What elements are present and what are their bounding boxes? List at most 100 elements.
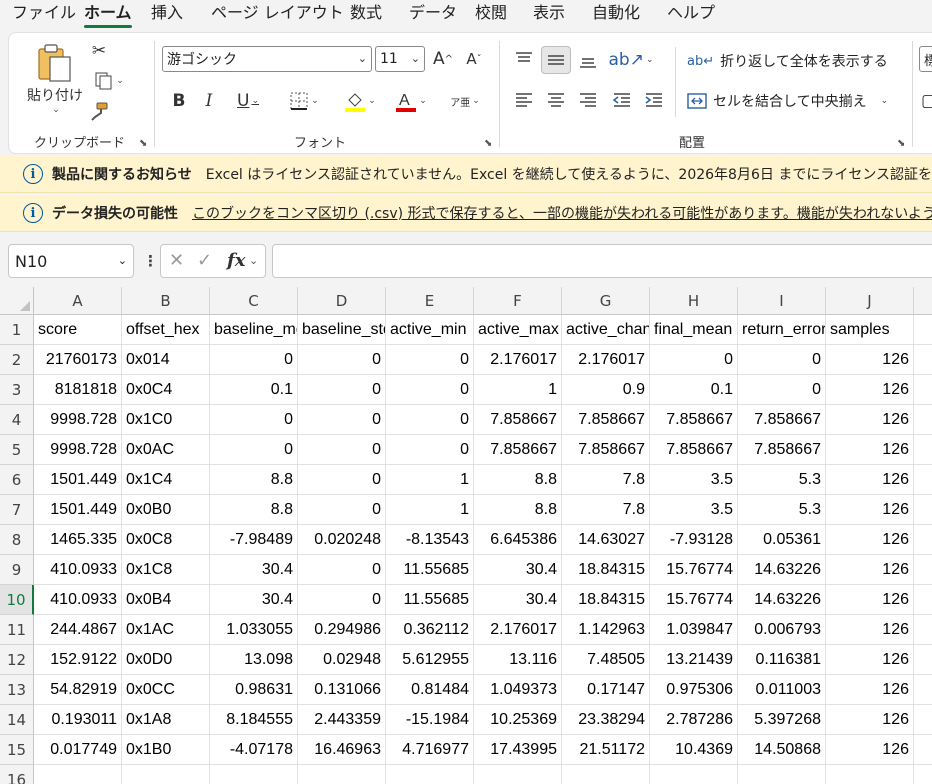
table-cell[interactable]: 1.049373 [474,675,562,705]
table-cell[interactable]: 0.011003 [738,675,826,705]
header-cell[interactable]: active_max [474,315,562,345]
menu-tab-review[interactable]: 校閲 [475,2,507,26]
table-cell[interactable]: 0.131066 [298,675,386,705]
menu-tab-view[interactable]: 表示 [533,2,565,26]
row-header[interactable]: 7 [0,495,34,525]
header-cell[interactable]: baseline_mean [210,315,298,345]
table-cell[interactable]: 7.858667 [738,405,826,435]
table-cell[interactable]: 152.9122 [34,645,122,675]
header-cell[interactable]: final_mean [650,315,738,345]
column-header[interactable]: B [122,287,210,315]
table-cell[interactable]: -15.1984 [386,705,474,735]
table-cell[interactable]: 126 [826,555,914,585]
number-format-combo[interactable]: 標 [919,46,932,72]
borders-button[interactable]: ⌄ [281,88,327,114]
paste-button[interactable]: 貼り付け ⌄ [27,39,83,119]
menu-tab-help[interactable]: ヘルプ [667,2,715,26]
header-cell[interactable]: score [34,315,122,345]
menu-tab-data[interactable]: データ [409,2,457,26]
table-cell[interactable]: 0.193011 [34,705,122,735]
table-cell[interactable]: 1465.335 [34,525,122,555]
cut-button[interactable]: ✂ [87,39,111,63]
table-cell[interactable]: 3.5 [650,495,738,525]
bold-button[interactable]: B [167,88,191,114]
bottom-align-button[interactable] [575,46,601,74]
table-cell[interactable]: 244.4867 [34,615,122,645]
table-cell[interactable]: 0.9 [562,375,650,405]
table-cell[interactable]: 0.02948 [298,645,386,675]
header-cell[interactable]: offset_hex [122,315,210,345]
table-cell[interactable]: 0x1B0 [122,735,210,765]
table-cell[interactable]: 0x0D0 [122,645,210,675]
table-cell[interactable]: 30.4 [210,555,298,585]
table-cell[interactable]: 23.38294 [562,705,650,735]
table-cell[interactable]: 0.1 [210,375,298,405]
row-header[interactable]: 16 [0,765,34,784]
table-cell[interactable]: 0 [298,555,386,585]
table-cell[interactable]: 126 [826,375,914,405]
table-cell[interactable] [738,765,826,784]
table-cell[interactable] [650,765,738,784]
column-header[interactable]: G [562,287,650,315]
table-cell[interactable]: 126 [826,345,914,375]
table-cell[interactable]: 5.397268 [738,705,826,735]
table-cell[interactable]: 2.787286 [650,705,738,735]
row-header[interactable]: 15 [0,735,34,765]
format-painter-button[interactable] [87,99,111,123]
table-cell[interactable]: 0 [298,465,386,495]
table-cell[interactable]: 2.176017 [562,345,650,375]
table-cell[interactable]: 126 [826,465,914,495]
table-cell[interactable]: 0x1C0 [122,405,210,435]
table-cell[interactable]: 14.63027 [562,525,650,555]
shrink-font-button[interactable]: Aˇ [461,46,487,72]
table-cell[interactable] [914,705,932,735]
table-cell[interactable] [914,735,932,765]
table-cell[interactable]: 10.4369 [650,735,738,765]
table-cell[interactable]: 1 [386,495,474,525]
table-cell[interactable]: -4.07178 [210,735,298,765]
table-cell[interactable]: 0 [210,435,298,465]
row-header[interactable]: 8 [0,525,34,555]
table-cell[interactable]: 0x1AC [122,615,210,645]
menu-tab-file[interactable]: ファイル [12,2,76,26]
top-align-button[interactable] [511,46,537,74]
orientation-button[interactable]: ab↗ ⌄ [609,46,654,74]
table-cell[interactable] [914,645,932,675]
clipboard-launcher-icon[interactable]: ⬊ [139,138,147,149]
font-name-combo[interactable]: 游ゴシック ⌄ [162,46,372,72]
grow-font-button[interactable]: A ^ [430,46,456,72]
table-cell[interactable]: 126 [826,405,914,435]
table-cell[interactable]: 0 [650,345,738,375]
alignment-launcher-icon[interactable]: ⬊ [897,138,905,149]
table-cell[interactable]: 18.84315 [562,585,650,615]
table-cell[interactable]: 126 [826,705,914,735]
table-cell[interactable]: 0.294986 [298,615,386,645]
table-cell[interactable]: 2.443359 [298,705,386,735]
table-cell[interactable]: 0.17147 [562,675,650,705]
align-left-button[interactable] [511,86,537,114]
column-header[interactable]: D [298,287,386,315]
table-cell[interactable]: 13.21439 [650,645,738,675]
column-header[interactable]: C [210,287,298,315]
table-cell[interactable] [914,675,932,705]
table-cell[interactable]: 0x0CC [122,675,210,705]
table-cell[interactable]: 0x1A8 [122,705,210,735]
table-cell[interactable]: 1501.449 [34,495,122,525]
table-cell[interactable]: 0 [386,435,474,465]
table-cell[interactable]: 8.8 [210,465,298,495]
table-cell[interactable]: 2.176017 [474,615,562,645]
align-center-button[interactable] [543,86,569,114]
table-cell[interactable]: 5.612955 [386,645,474,675]
table-cell[interactable]: 30.4 [474,555,562,585]
table-cell[interactable]: 126 [826,735,914,765]
header-cell[interactable]: baseline_std [298,315,386,345]
row-header[interactable]: 3 [0,375,34,405]
table-cell[interactable]: 11.55685 [386,585,474,615]
insert-function-icon[interactable]: fx [227,250,245,271]
table-cell[interactable]: 13.098 [210,645,298,675]
table-cell[interactable]: 0 [386,405,474,435]
table-cell[interactable]: 8.8 [474,495,562,525]
table-cell[interactable]: 0.116381 [738,645,826,675]
enter-icon[interactable]: ✓ [197,250,212,271]
row-header[interactable]: 12 [0,645,34,675]
